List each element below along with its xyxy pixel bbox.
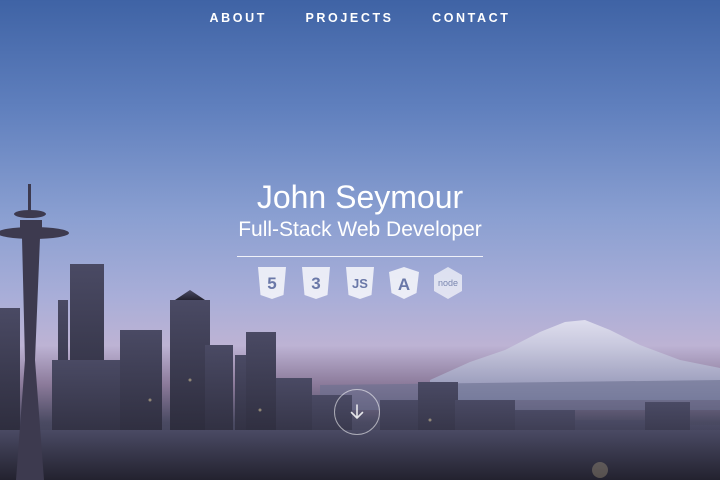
hero-section: ABOUT PROJECTS CONTACT John Seymour Full…	[0, 0, 720, 480]
arrow-down-icon	[350, 404, 364, 419]
hero-role: Full-Stack Web Developer	[238, 218, 482, 241]
angular-icon: A	[389, 267, 419, 299]
css3-icon: 3	[302, 267, 330, 299]
svg-text:JS: JS	[352, 276, 368, 291]
tech-icons-row: 5 3 JS A node	[0, 266, 720, 300]
scroll-down-button[interactable]	[334, 389, 380, 435]
hero-name: John Seymour	[256, 179, 464, 215]
svg-text:3: 3	[311, 274, 320, 293]
svg-text:node: node	[438, 278, 458, 288]
html5-icon: 5	[258, 267, 286, 299]
nav-item-contact[interactable]: CONTACT	[432, 11, 510, 25]
hero-title-block: John Seymour Full-Stack Web Developer	[0, 178, 720, 243]
javascript-icon: JS	[346, 267, 374, 299]
svg-text:A: A	[398, 275, 410, 294]
svg-text:5: 5	[267, 274, 276, 293]
nodejs-icon: node	[434, 267, 462, 299]
divider	[237, 256, 483, 257]
nav-item-about[interactable]: ABOUT	[210, 11, 267, 25]
nav-item-projects[interactable]: PROJECTS	[305, 11, 393, 25]
top-nav: ABOUT PROJECTS CONTACT	[0, 9, 720, 27]
